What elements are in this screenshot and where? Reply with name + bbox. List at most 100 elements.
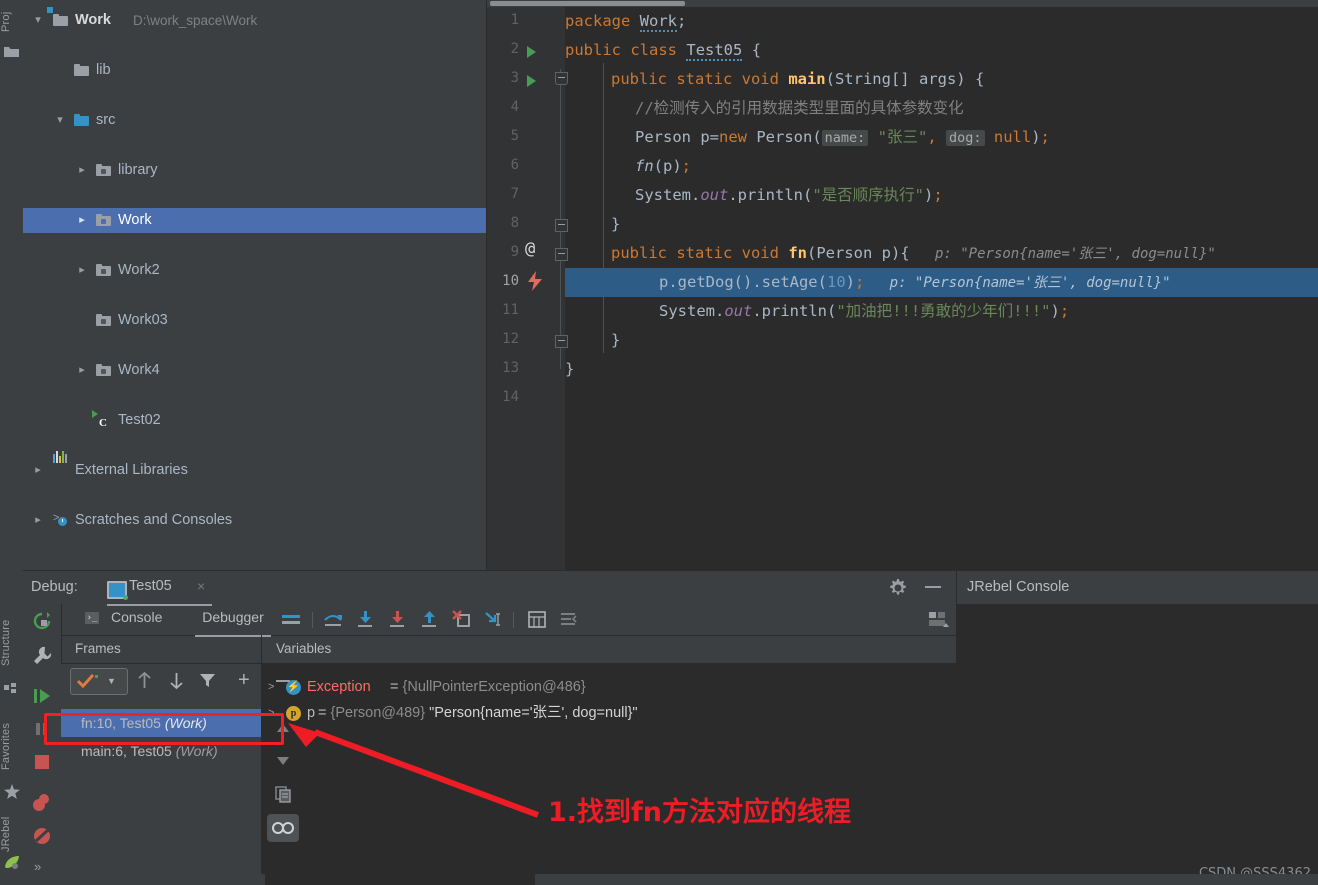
more-icon[interactable]: » [34,859,41,874]
chevron-right-icon[interactable]: ▸ [31,508,45,533]
tree-item-src[interactable]: ▾ src [23,108,486,133]
line-number: 14 [502,389,519,405]
tree-item-library[interactable]: ▸ library [23,158,486,183]
tree-item-work-package[interactable]: ▸ Work [23,208,486,233]
tree-item-scratches-and-consoles[interactable]: ▸ > Scratches and Consoles [23,508,486,533]
string-literal: "加油把!!!勇敢的少年们!!!" [836,302,1051,320]
code-text-area[interactable]: package Work; public class Test05 { publ… [565,7,1318,570]
method-marker-icon[interactable]: @ [525,239,535,259]
tree-item-label: Work4 [118,362,160,378]
project-folder-icon[interactable] [4,45,19,60]
variables-panel-header: Variables [276,641,332,656]
show-execution-point-icon[interactable] [281,610,301,629]
tree-item-test02[interactable]: Test02 [23,408,486,433]
frame-row-fn[interactable]: fn:10, Test05 (Work) [61,709,261,737]
line-number: 8 [510,215,519,231]
tree-item-path: D:\work_space\Work [133,13,258,28]
stop-icon[interactable] [32,752,52,772]
step-out-icon[interactable] [419,610,439,629]
step-into-icon[interactable] [355,610,375,629]
mute-breakpoints-icon[interactable] [32,826,52,846]
sidebar-tab-jrebel[interactable]: JRebel [0,810,23,858]
code-line-11: System.out.println("加油把!!!勇敢的少年们!!!"); [659,302,1070,320]
string-literal: "是否顺序执行" [812,186,924,204]
line-number: 12 [502,331,519,347]
collapse-icon[interactable] [271,669,297,695]
execution-point-icon[interactable] [527,271,543,296]
force-step-into-icon[interactable] [387,610,407,629]
sidebar-tab-favorites[interactable]: Favorites [0,713,23,779]
tree-item-work03[interactable]: Work03 [23,308,486,333]
class-name: Test05 [686,41,743,61]
restore-layout-icon[interactable] [928,610,950,634]
chevron-right-icon[interactable]: ▸ [75,158,89,183]
tab-console[interactable]: ›_ Console [85,609,197,635]
thread-selector-combo[interactable]: ▼ [70,668,128,695]
chevron-right-icon[interactable]: ▸ [75,358,89,383]
console-icon: ›_ [85,612,99,624]
editor-gutter[interactable]: 1 2 3 4 5 6 7 8 9 10 11 12 13 14 @ [487,7,568,570]
jrebel-console-output[interactable] [957,604,1318,885]
editor-horizontal-scrollbar[interactable] [487,0,1318,7]
settings-wrench-icon[interactable] [32,646,52,666]
scrollbar-thumb[interactable] [490,1,685,6]
add-icon[interactable]: + [238,670,250,690]
inline-debug-value[interactable]: p: "Person{name='张三', dog=null}" [890,275,1171,291]
chevron-down-icon[interactable]: ▾ [31,8,45,33]
identifier: Work [639,12,677,32]
code-line-4: //检测传入的引用数据类型里面的具体参数变化 [635,94,964,123]
sidebar-tab-structure[interactable]: Structure [0,610,23,676]
chevron-down-icon[interactable]: ▾ [53,108,67,133]
tree-item-label: Test02 [118,412,161,428]
run-method-icon[interactable] [527,75,536,87]
tree-item-label: Work2 [118,262,160,278]
chevron-right-icon[interactable]: ▸ [31,458,45,483]
debug-session-tab[interactable]: Test05 × [107,577,212,606]
chevron-right-icon[interactable]: ▸ [75,258,89,283]
tree-item-external-libraries[interactable]: ▸ External Libraries [23,451,486,483]
debug-left-toolbar[interactable]: » [23,604,62,885]
drop-frame-icon[interactable] [451,610,471,629]
tree-item-label: library [118,162,158,178]
keyword: package [565,12,631,30]
tab-debugger[interactable]: Debugger [195,609,271,637]
frame-module: (Work) [175,743,218,759]
line-number: 9 [510,244,519,260]
annotation-text: 1.找到fn方法对应的线程 [548,797,852,828]
layout-settings-icon[interactable] [559,610,579,629]
frame-row-main[interactable]: main:6, Test05 (Work) [61,737,281,765]
pause-program-icon[interactable] [32,719,52,739]
tree-item-label: Work [118,212,152,228]
frame-up-icon[interactable] [137,671,152,694]
line-number: 13 [502,360,519,376]
variable-row-exception[interactable]: > ⚡ Exception = {NullPointerException@48… [262,675,956,699]
structure-icon[interactable] [4,683,19,698]
chevron-right-icon[interactable]: ▸ [75,208,89,233]
jrebel-leaf-icon[interactable] [4,855,19,870]
project-tool-window[interactable]: ▾ Work D:\work_space\Work lib ▾ src ▸ li… [23,0,487,570]
sidebar-tab-project[interactable]: Proj [0,2,23,42]
gear-icon[interactable] [889,579,907,602]
close-icon[interactable]: × [197,578,205,594]
frame-down-icon[interactable] [169,672,184,694]
minimize-icon[interactable] [925,586,941,588]
run-class-icon[interactable] [527,46,536,58]
code-editor[interactable]: 1 2 3 4 5 6 7 8 9 10 11 12 13 14 @ packa… [487,0,1318,570]
evaluate-expression-icon[interactable] [527,610,547,629]
step-over-icon[interactable] [323,610,343,629]
tree-item-work2[interactable]: ▸ Work2 [23,258,486,283]
punct: } [565,360,575,378]
filter-icon[interactable] [200,673,215,693]
inline-debug-value[interactable]: p: "Person{name='张三', dog=null}" [935,246,1216,262]
tree-item-work4[interactable]: ▸ Work4 [23,358,486,383]
run-to-cursor-icon[interactable] [483,610,503,629]
resume-program-icon[interactable] [32,686,52,706]
param-hint: name: [821,130,869,146]
tree-item-lib[interactable]: lib [23,58,486,83]
frames-panel[interactable]: ▼ + fn:10, Test05 (Work) main:6, Test05 … [61,664,262,885]
star-icon[interactable] [4,784,20,799]
tree-item-work-root[interactable]: ▾ Work D:\work_space\Work [23,6,486,33]
view-breakpoints-icon[interactable] [32,793,52,813]
jrebel-console-tool-window[interactable]: JRebel Console CSDN @SSS4362 [956,570,1318,885]
rerun-icon[interactable] [32,612,52,632]
